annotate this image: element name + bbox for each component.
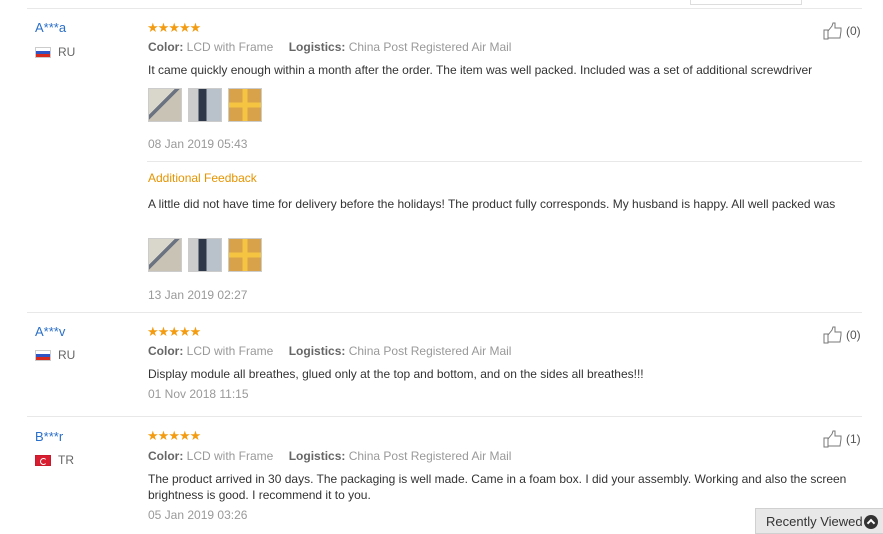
- star-icon: ★: [147, 428, 159, 443]
- russia-flag-icon: [35, 349, 51, 361]
- reviewer-country: RU: [35, 45, 75, 59]
- additional-feedback-text: A little did not have time for delivery …: [148, 197, 836, 211]
- star-icon: ★: [168, 428, 180, 443]
- divider: [27, 8, 862, 9]
- review-text: It came quickly enough within a month af…: [148, 63, 813, 77]
- star-rating: ★ ★ ★ ★ ★: [147, 324, 202, 339]
- review-text: Display module all breathes, glued only …: [148, 367, 644, 381]
- star-icon: ★: [189, 428, 202, 443]
- country-code: TR: [58, 453, 74, 467]
- star-icon: ★: [168, 20, 180, 35]
- divider: [147, 161, 862, 162]
- photo-thumbnail[interactable]: [228, 88, 262, 122]
- color-label: Color:: [148, 449, 184, 463]
- photo-thumbnail[interactable]: [228, 238, 262, 272]
- like-button[interactable]: (0): [823, 326, 861, 344]
- color-label: Color:: [148, 344, 184, 358]
- photo-thumbnail[interactable]: [188, 88, 222, 122]
- logistics-label: Logistics:: [288, 449, 346, 463]
- like-count: (1): [846, 432, 861, 446]
- reviewer-name[interactable]: A***a: [35, 20, 66, 35]
- star-icon: ★: [178, 324, 191, 339]
- color-label: Color:: [148, 40, 184, 54]
- logistics-value: China Post Registered Air Mail: [348, 344, 512, 358]
- star-rating: ★ ★ ★ ★ ★: [147, 20, 202, 35]
- color-value: LCD with Frame: [186, 449, 274, 463]
- like-count: (0): [846, 24, 861, 38]
- review-meta: Color: LCD with Frame Logistics: China P…: [148, 40, 511, 54]
- divider: [27, 416, 862, 417]
- star-icon: ★: [147, 324, 159, 339]
- photo-thumbnail[interactable]: [188, 238, 222, 272]
- star-icon: ★: [157, 20, 170, 35]
- like-button[interactable]: (1): [823, 430, 861, 448]
- additional-photos: [148, 238, 262, 272]
- logistics-value: China Post Registered Air Mail: [348, 40, 512, 54]
- color-value: LCD with Frame: [186, 40, 274, 54]
- star-icon: ★: [168, 324, 180, 339]
- review-date: 01 Nov 2018 11:15: [148, 387, 249, 401]
- thumbs-up-icon: [823, 22, 842, 40]
- review-meta: Color: LCD with Frame Logistics: China P…: [148, 344, 511, 358]
- star-icon: ★: [178, 428, 191, 443]
- review-date: 05 Jan 2019 03:26: [148, 508, 248, 522]
- divider: [27, 312, 862, 313]
- thumbs-up-icon: [823, 326, 842, 344]
- star-icon: ★: [189, 20, 202, 35]
- color-value: LCD with Frame: [186, 344, 274, 358]
- top-tab: [690, 0, 802, 5]
- thumbs-up-icon: [823, 430, 842, 448]
- reviewer-name[interactable]: B***r: [35, 429, 63, 444]
- country-code: RU: [58, 348, 76, 362]
- recently-viewed-button[interactable]: Recently Viewed: [755, 508, 883, 534]
- reviewer-country: TR: [35, 453, 74, 467]
- logistics-value: China Post Registered Air Mail: [348, 449, 512, 463]
- country-code: RU: [58, 45, 76, 59]
- star-icon: ★: [178, 20, 191, 35]
- like-count: (0): [846, 328, 861, 342]
- logistics-label: Logistics:: [288, 40, 346, 54]
- reviewer-name[interactable]: A***v: [35, 324, 65, 339]
- photo-thumbnail[interactable]: [148, 238, 182, 272]
- like-button[interactable]: (0): [823, 22, 861, 40]
- turkey-flag-icon: [35, 454, 51, 466]
- logistics-label: Logistics:: [288, 344, 346, 358]
- star-icon: ★: [189, 324, 202, 339]
- additional-feedback-date: 13 Jan 2019 02:27: [148, 288, 248, 302]
- photo-thumbnail[interactable]: [148, 88, 182, 122]
- review-date: 08 Jan 2019 05:43: [148, 137, 248, 151]
- recently-viewed-label: Recently Viewed: [766, 513, 863, 529]
- russia-flag-icon: [35, 46, 51, 58]
- star-rating: ★ ★ ★ ★ ★: [147, 428, 202, 443]
- additional-feedback-label: Additional Feedback: [148, 171, 257, 185]
- review-meta: Color: LCD with Frame Logistics: China P…: [148, 449, 511, 463]
- review-photos: [148, 88, 262, 122]
- star-icon: ★: [157, 324, 170, 339]
- chevron-up-icon: [864, 515, 878, 529]
- star-icon: ★: [147, 20, 159, 35]
- reviewer-country: RU: [35, 348, 75, 362]
- review-text: The product arrived in 30 days. The pack…: [148, 472, 847, 502]
- star-icon: ★: [157, 428, 170, 443]
